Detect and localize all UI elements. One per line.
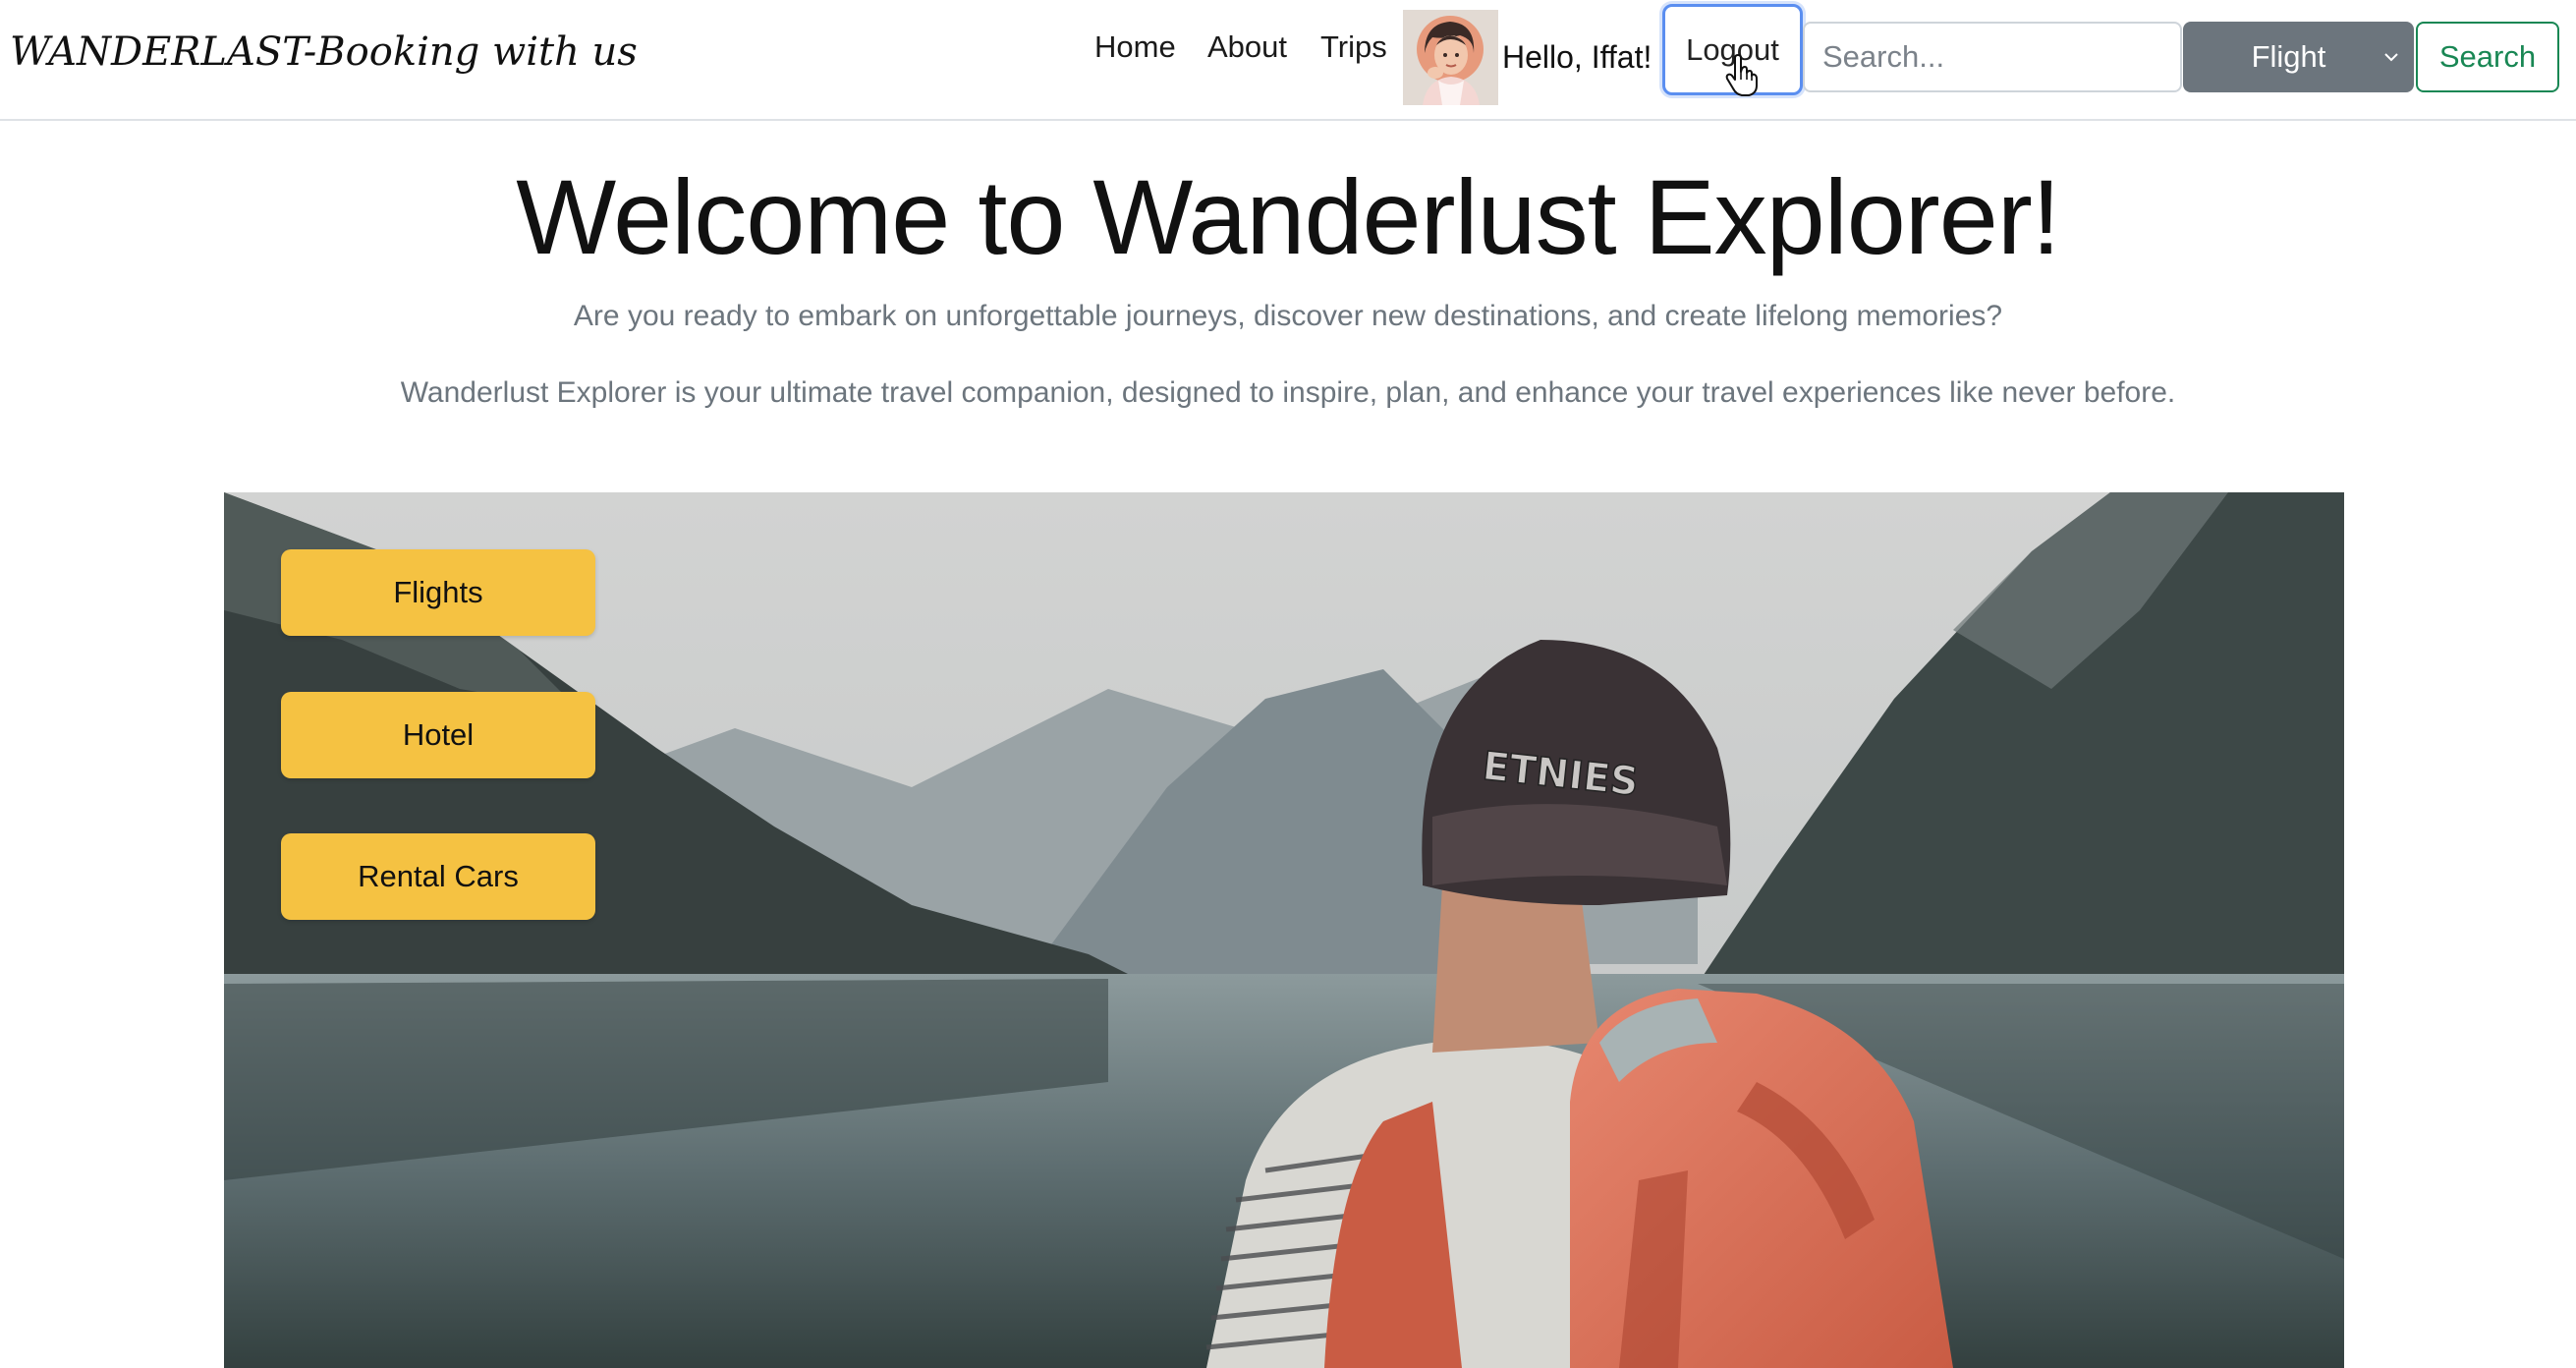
navbar: WANDERLAST-Booking with us Home About Tr… — [0, 0, 2576, 121]
hero-description: Wanderlust Explorer is your ultimate tra… — [400, 376, 2176, 409]
search-button[interactable]: Search — [2416, 22, 2559, 92]
nav-trips[interactable]: Trips — [1320, 29, 1387, 65]
nav-about[interactable]: About — [1207, 29, 1287, 65]
nav-home[interactable]: Home — [1094, 29, 1176, 65]
hotel-button[interactable]: Hotel — [281, 692, 595, 778]
flights-button[interactable]: Flights — [281, 549, 595, 636]
user-greeting: Hello, Iffat! — [1502, 39, 1652, 75]
brand-logo[interactable]: WANDERLAST-Booking with us — [10, 29, 638, 75]
hero-subtitle: Are you ready to embark on unforgettable… — [573, 300, 2003, 332]
avatar[interactable] — [1403, 10, 1498, 105]
search-type-select[interactable]: Flight — [2183, 22, 2414, 92]
search-type-value: Flight — [2251, 39, 2326, 74]
page-title: Welcome to Wanderlust Explorer! — [516, 157, 2061, 276]
chevron-down-icon — [2384, 53, 2398, 62]
avatar-illustration — [1403, 10, 1498, 105]
hand-cursor-icon — [1725, 54, 1758, 96]
search-input[interactable] — [1803, 22, 2182, 92]
rental-cars-button[interactable]: Rental Cars — [281, 833, 595, 920]
